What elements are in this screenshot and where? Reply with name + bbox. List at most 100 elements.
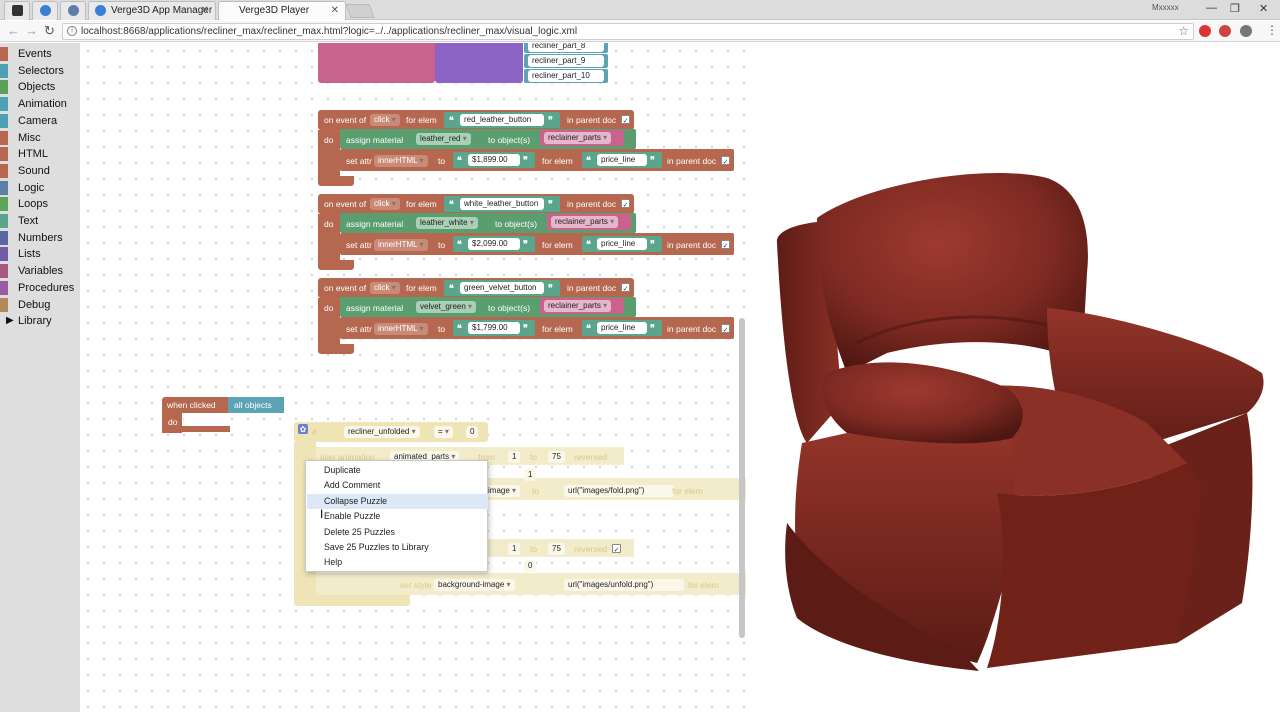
- address-bar[interactable]: i localhost:8668/applications/recliner_m…: [62, 23, 1194, 40]
- event-puzzle[interactable]: on event ofclick for elem ❝ red_leather_but…: [318, 110, 734, 186]
- menu-dots-icon[interactable]: ⋮: [1266, 23, 1278, 37]
- info-icon[interactable]: i: [67, 26, 77, 36]
- to-field[interactable]: 75: [548, 451, 565, 463]
- objects-dropdown[interactable]: reclainer_parts: [544, 132, 612, 144]
- target-id-field[interactable]: price_line: [597, 154, 647, 166]
- material-dropdown[interactable]: velvet_green: [416, 301, 477, 313]
- reversed-checkbox[interactable]: ✓: [612, 544, 621, 554]
- target-id-field[interactable]: price_line: [597, 322, 647, 334]
- text-block[interactable]: ❝ white_leather_button ❞: [444, 196, 560, 212]
- material-dropdown[interactable]: leather_white: [416, 217, 478, 229]
- tab-app-manager[interactable]: Verge3D App Manager ✕: [88, 1, 216, 20]
- profile-name[interactable]: Mxxxxx: [1152, 3, 1179, 12]
- price-text-block[interactable]: ❝ $1,899.00 ❞: [453, 152, 535, 168]
- minimize-icon[interactable]: —: [1206, 2, 1217, 14]
- operator-dropdown[interactable]: =: [434, 426, 453, 438]
- context-menu-item[interactable]: Duplicate: [307, 463, 488, 478]
- adblock-extension-icon[interactable]: [1219, 25, 1231, 37]
- price-text-block[interactable]: ❝ $1,799.00 ❞: [453, 320, 535, 336]
- target-text-block[interactable]: ❝ price_line ❞: [582, 152, 662, 168]
- price-field[interactable]: $1,899.00: [468, 154, 520, 166]
- target-id-field[interactable]: price_line: [597, 238, 647, 250]
- toolbox-category[interactable]: Animation: [0, 96, 80, 112]
- forward-icon[interactable]: →: [25, 24, 38, 38]
- toolbox-category[interactable]: Misc: [0, 130, 80, 146]
- back-icon[interactable]: ←: [7, 24, 20, 38]
- expand-arrow-icon[interactable]: ▶: [6, 313, 14, 329]
- recliner-chair-model[interactable]: [747, 43, 1280, 712]
- close-tab-icon[interactable]: ✕: [201, 2, 209, 19]
- toolbox-category[interactable]: Text: [0, 213, 80, 229]
- event-puzzle[interactable]: on event ofclick for elem ❝ green_velvet_bu…: [318, 278, 734, 354]
- bookmark-star-icon[interactable]: ☆: [1178, 24, 1189, 39]
- target-text-block[interactable]: ❝ price_line ❞: [582, 320, 662, 336]
- in-parent-checkbox[interactable]: ✓: [621, 199, 630, 209]
- object-name-field[interactable]: recliner_part_8: [528, 43, 604, 52]
- objects-dropdown[interactable]: reclainer_parts: [544, 300, 612, 312]
- element-id-field[interactable]: red_leather_button: [460, 114, 544, 126]
- context-menu-item[interactable]: Help: [307, 555, 488, 570]
- object-name-block[interactable]: recliner_part_9: [524, 54, 608, 68]
- style-dropdown[interactable]: background-image: [434, 579, 515, 591]
- empty-statement-slot[interactable]: [184, 415, 228, 425]
- from-field[interactable]: 1: [508, 451, 521, 463]
- object-name-block[interactable]: recliner_part_10: [524, 69, 608, 83]
- material-dropdown[interactable]: leather_red: [416, 133, 471, 145]
- reload-icon[interactable]: ↻: [44, 24, 55, 38]
- toolbox-category[interactable]: Procedures: [0, 280, 80, 296]
- in-parent-checkbox[interactable]: ✓: [721, 240, 730, 250]
- to-field[interactable]: 75: [548, 543, 565, 555]
- context-menu-item[interactable]: Save 25 Puzzles to Library: [307, 540, 488, 555]
- all-objects-block[interactable]: all objects: [228, 397, 284, 413]
- close-window-icon[interactable]: ✕: [1259, 2, 1268, 15]
- workspace-scrollbar[interactable]: [739, 318, 745, 638]
- toolbox-category[interactable]: Events: [0, 46, 80, 62]
- objects-list-block[interactable]: reclainer_parts: [547, 214, 631, 230]
- pinned-tab[interactable]: [32, 1, 58, 20]
- new-tab-button[interactable]: [345, 4, 375, 18]
- toolbox-category[interactable]: ▶ Library: [0, 313, 80, 329]
- number-field[interactable]: 0: [466, 426, 479, 438]
- puzzles-workspace[interactable]: recliner_part_8 recliner_part_9 recliner_p…: [80, 43, 747, 712]
- in-parent-checkbox[interactable]: ✓: [721, 156, 730, 166]
- number-field[interactable]: 1: [524, 469, 537, 481]
- extension-icon[interactable]: [1240, 25, 1252, 37]
- in-parent-checkbox[interactable]: ✓: [721, 324, 730, 334]
- text-block[interactable]: ❝ green_velvet_button ❞: [444, 280, 560, 296]
- object-name-block[interactable]: recliner_part_8: [524, 43, 608, 53]
- opera-extension-icon[interactable]: [1199, 25, 1211, 37]
- restore-icon[interactable]: ❐: [1230, 2, 1240, 15]
- object-name-field[interactable]: recliner_part_9: [528, 55, 604, 67]
- toolbox-category[interactable]: Numbers: [0, 230, 80, 246]
- toolbox-category[interactable]: Objects: [0, 79, 80, 95]
- price-text-block[interactable]: ❝ $2,099.00 ❞: [453, 236, 535, 252]
- context-menu-item[interactable]: Collapse Puzzle: [307, 493, 488, 509]
- attribute-dropdown[interactable]: innerHTML: [374, 239, 428, 251]
- in-parent-checkbox[interactable]: ✓: [621, 115, 630, 125]
- url-field[interactable]: url("images/fold.png"): [564, 485, 674, 497]
- 3d-viewport[interactable]: ◎ +: [747, 43, 1280, 712]
- attribute-dropdown[interactable]: innerHTML: [374, 155, 428, 167]
- list-block-part[interactable]: [435, 43, 523, 83]
- target-text-block[interactable]: ❝ price_line ❞: [582, 236, 662, 252]
- element-id-field[interactable]: white_leather_button: [460, 198, 544, 210]
- event-type-dropdown[interactable]: click: [370, 198, 400, 210]
- when-clicked-puzzle[interactable]: when clicked all objects do: [162, 397, 286, 433]
- procedure-block-part[interactable]: [318, 43, 435, 83]
- objects-list-block[interactable]: reclainer_parts: [540, 298, 624, 314]
- toolbox-category[interactable]: HTML: [0, 146, 80, 162]
- toolbox-category[interactable]: Loops: [0, 196, 80, 212]
- pinned-tab[interactable]: [4, 1, 30, 20]
- object-name-field[interactable]: recliner_part_10: [528, 70, 604, 82]
- tab-player[interactable]: Verge3D Player ✕: [218, 1, 346, 20]
- objects-dropdown[interactable]: reclainer_parts: [551, 216, 619, 228]
- close-tab-icon[interactable]: ✕: [331, 2, 339, 19]
- objects-list-block[interactable]: reclainer_parts: [540, 130, 624, 146]
- element-id-field[interactable]: green_velvet_button: [460, 282, 544, 294]
- event-type-dropdown[interactable]: click: [370, 282, 400, 294]
- mutator-gear-icon[interactable]: ✿: [298, 424, 308, 434]
- attribute-dropdown[interactable]: innerHTML: [374, 323, 428, 335]
- event-puzzle[interactable]: on event ofclick for elem ❝ white_leather_b…: [318, 194, 734, 270]
- context-menu-item[interactable]: Enable Puzzle: [307, 509, 488, 524]
- toolbox-category[interactable]: Camera: [0, 113, 80, 129]
